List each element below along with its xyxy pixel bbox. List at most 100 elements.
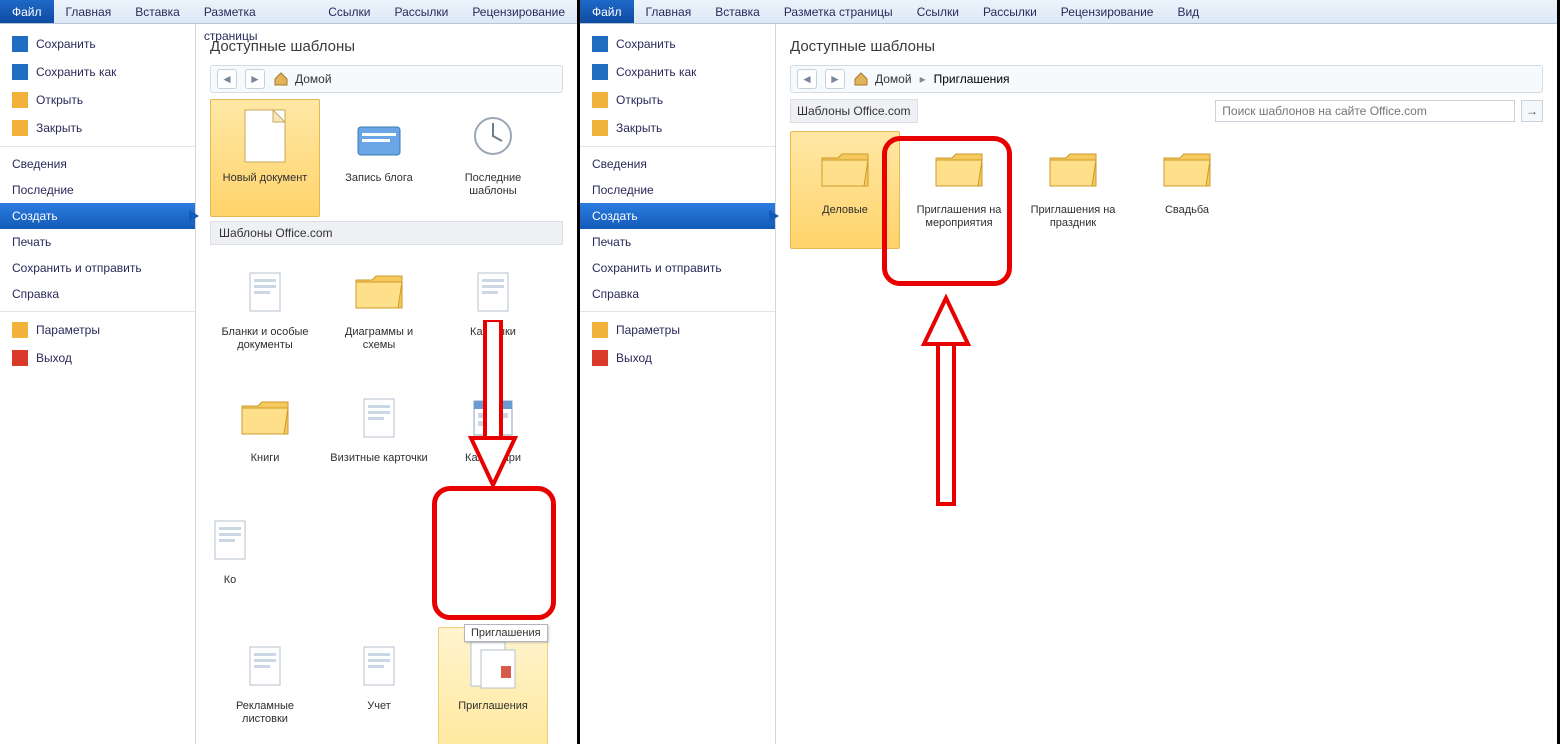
tile-books[interactable]: Книги (210, 379, 320, 497)
nav-exit[interactable]: Выход (0, 344, 195, 372)
tab-pagelayout-r[interactable]: Разметка страницы (772, 0, 905, 23)
tile-flyers[interactable]: Рекламные листовки (210, 627, 320, 744)
nav-print[interactable]: Печать (0, 229, 195, 255)
nav-new[interactable]: Создать (0, 203, 195, 229)
tab-view-r[interactable]: Вид (1165, 0, 1211, 23)
nav-save-as-label: Сохранить как (36, 65, 116, 79)
backstage-main-right: Доступные шаблоны ◄ ► Домой ▸ Приглашени… (776, 24, 1557, 744)
tile-flyers-label: Рекламные листовки (215, 700, 315, 725)
breadcrumb-separator: ▸ (920, 72, 926, 86)
tab-review[interactable]: Рецензирование (460, 0, 577, 23)
tile-business-label: Деловые (822, 204, 868, 217)
tab-home-r[interactable]: Главная (634, 0, 704, 23)
tab-insert-r[interactable]: Вставка (703, 0, 772, 23)
nav-back-button-r[interactable]: ◄ (797, 69, 817, 89)
tooltip-invitations: Приглашения (464, 624, 548, 642)
nav-separator-2-r (580, 311, 775, 312)
office-search-row: Шаблоны Office.com → (790, 99, 1543, 123)
tile-invitations[interactable]: Приглашения (438, 627, 548, 744)
nav-new-label: Создать (12, 209, 58, 223)
tile-calendars[interactable]: Календари (438, 379, 548, 497)
nav-help[interactable]: Справка (0, 281, 195, 307)
tab-insert[interactable]: Вставка (123, 0, 192, 23)
accounting-icon (349, 634, 409, 694)
stack-icon (200, 508, 260, 568)
tile-bizcards-label: Визитные карточки (330, 452, 427, 465)
nav-options-label-r: Параметры (616, 323, 680, 337)
nav-close-label-r: Закрыть (616, 121, 662, 135)
tile-diagrams[interactable]: Диаграммы и схемы (324, 253, 434, 371)
nav-save-label-r: Сохранить (616, 37, 676, 51)
tile-blank-document[interactable]: Новый документ (210, 99, 320, 217)
nav-options-label: Параметры (36, 323, 100, 337)
nav-close[interactable]: Закрыть (0, 114, 195, 142)
nav-separator-2 (0, 311, 195, 312)
tab-file[interactable]: Файл (0, 0, 54, 23)
tile-forms[interactable]: Бланки и особые документы (210, 253, 320, 371)
tile-blank-document-label: Новый документ (223, 172, 308, 185)
nav-save[interactable]: Сохранить (0, 30, 195, 58)
template-search-input[interactable] (1215, 100, 1515, 122)
tab-references-r[interactable]: Ссылки (905, 0, 971, 23)
backstage-nav-right: Сохранить Сохранить как Открыть Закрыть … (580, 24, 776, 744)
nav-save-as[interactable]: Сохранить как (0, 58, 195, 86)
breadcrumb-home-r[interactable]: Домой (853, 71, 912, 87)
tile-wedding[interactable]: Свадьба (1132, 131, 1242, 249)
nav-save-r[interactable]: Сохранить (580, 30, 775, 58)
nav-forward-button-r[interactable]: ► (825, 69, 845, 89)
nav-open[interactable]: Открыть (0, 86, 195, 114)
nav-exit-r[interactable]: Выход (580, 344, 775, 372)
nav-share[interactable]: Сохранить и отправить (0, 255, 195, 281)
nav-options[interactable]: Параметры (0, 316, 195, 344)
folder-icon (815, 138, 875, 198)
breadcrumb-home[interactable]: Домой (273, 71, 332, 87)
tile-recent-templates-label: Последние шаблоны (443, 172, 543, 197)
tile-holiday[interactable]: Приглашения на праздник (1018, 131, 1128, 249)
tab-file-r[interactable]: Файл (580, 0, 634, 23)
nav-forward-button[interactable]: ► (245, 69, 265, 89)
breadcrumb-current[interactable]: Приглашения (934, 72, 1010, 86)
breadcrumb-bar-left: ◄ ► Домой (210, 65, 563, 93)
tile-ko[interactable]: Ко (210, 501, 250, 619)
nav-open-r[interactable]: Открыть (580, 86, 775, 114)
tile-recent-templates[interactable]: Последние шаблоны (438, 99, 548, 217)
nav-back-button[interactable]: ◄ (217, 69, 237, 89)
folder-icon (929, 138, 989, 198)
nav-print-label: Печать (12, 235, 51, 249)
tile-accounting[interactable]: Учет (324, 627, 434, 744)
options-icon (12, 322, 28, 338)
nav-recent-r[interactable]: Последние (580, 177, 775, 203)
tab-references[interactable]: Ссылки (316, 0, 382, 23)
nav-options-r[interactable]: Параметры (580, 316, 775, 344)
nav-new-r[interactable]: Создать (580, 203, 775, 229)
tile-bizcards[interactable]: Визитные карточки (324, 379, 434, 497)
nav-save-as-r[interactable]: Сохранить как (580, 58, 775, 86)
nav-info[interactable]: Сведения (0, 151, 195, 177)
exit-icon (12, 350, 28, 366)
tile-business[interactable]: Деловые (790, 131, 900, 249)
cards-icon (463, 260, 523, 320)
template-row-builtin: Новый документ Запись блога Последние ша… (210, 99, 563, 217)
tile-event[interactable]: Приглашения на мероприятия (904, 131, 1014, 249)
backstage-nav-left: Сохранить Сохранить как Открыть Закрыть … (0, 24, 196, 744)
tile-diagrams-label: Диаграммы и схемы (329, 326, 429, 351)
template-search-go[interactable]: → (1521, 100, 1543, 122)
tile-calendars-label: Календари (465, 452, 521, 465)
nav-share-r[interactable]: Сохранить и отправить (580, 255, 775, 281)
tab-mailings-r[interactable]: Рассылки (971, 0, 1049, 23)
tab-review-r[interactable]: Рецензирование (1049, 0, 1166, 23)
tab-pagelayout[interactable]: Разметка страницы (192, 0, 316, 23)
nav-recent[interactable]: Последние (0, 177, 195, 203)
tab-mailings[interactable]: Рассылки (382, 0, 460, 23)
tile-blog-post[interactable]: Запись блога (324, 99, 434, 217)
nav-save-label: Сохранить (36, 37, 96, 51)
nav-print-r[interactable]: Печать (580, 229, 775, 255)
nav-close-r[interactable]: Закрыть (580, 114, 775, 142)
nav-help-r[interactable]: Справка (580, 281, 775, 307)
tile-ko-label: Ко (224, 574, 237, 587)
tab-home[interactable]: Главная (54, 0, 124, 23)
nav-exit-label-r: Выход (616, 351, 652, 365)
tile-event-label: Приглашения на мероприятия (909, 204, 1009, 229)
nav-info-r[interactable]: Сведения (580, 151, 775, 177)
tile-cards[interactable]: Карточки (438, 253, 548, 371)
